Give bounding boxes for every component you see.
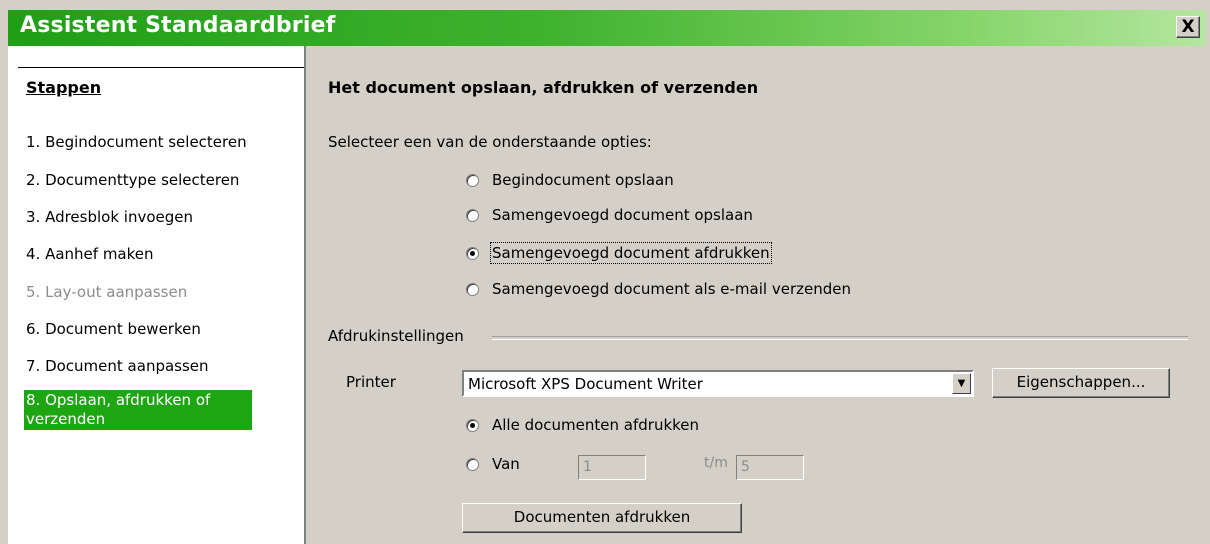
step-6[interactable]: 6. Document bewerken — [26, 320, 201, 338]
step-2[interactable]: 2. Documenttype selecteren — [26, 171, 239, 189]
radio-print-merged[interactable] — [466, 247, 479, 260]
step-3[interactable]: 3. Adresblok invoegen — [26, 208, 193, 226]
range-to-label: t/m — [704, 455, 728, 471]
printer-select-value: Microsoft XPS Document Writer — [468, 375, 703, 393]
radio-range[interactable] — [466, 458, 479, 471]
radio-all-documents[interactable] — [466, 419, 479, 432]
option-email-merged-label[interactable]: Samengevoegd document als e-mail verzend… — [492, 280, 851, 298]
title-bar: Assistent Standaardbrief X — [8, 10, 1206, 46]
all-documents-label[interactable]: Alle documenten afdrukken — [492, 416, 699, 434]
range-from-label[interactable]: Van — [492, 455, 520, 473]
step-4[interactable]: 4. Aanhef maken — [26, 245, 154, 263]
steps-heading: Stappen — [26, 78, 102, 97]
radio-email-merged[interactable] — [466, 283, 479, 296]
step-5: 5. Lay-out aanpassen — [26, 283, 188, 301]
page-title: Het document opslaan, afdrukken of verze… — [328, 78, 759, 97]
range-from-input[interactable]: 1 — [578, 455, 646, 480]
chevron-down-icon[interactable]: ▼ — [952, 373, 971, 394]
range-to-input[interactable]: 5 — [736, 455, 804, 480]
options-prompt: Selecteer een van de onderstaande opties… — [328, 133, 652, 151]
group-separator — [492, 336, 1188, 340]
print-settings-label: Afdrukinstellingen — [328, 327, 464, 345]
option-print-merged-label[interactable]: Samengevoegd document afdrukken — [490, 242, 772, 264]
step-8[interactable]: 8. Opslaan, afdrukken of verzenden — [24, 390, 252, 430]
steps-divider — [18, 67, 304, 68]
close-button[interactable]: X — [1176, 16, 1200, 38]
window-title: Assistent Standaardbrief — [20, 13, 336, 38]
properties-button[interactable]: Eigenschappen... — [992, 368, 1170, 398]
option-save-start-label[interactable]: Begindocument opslaan — [492, 171, 674, 189]
printer-select[interactable]: Microsoft XPS Document Writer ▼ — [462, 370, 974, 397]
radio-save-start[interactable] — [466, 174, 479, 187]
printer-label: Printer — [346, 373, 396, 391]
radio-save-merged[interactable] — [466, 209, 479, 222]
option-save-merged-label[interactable]: Samengevoegd document opslaan — [492, 206, 753, 224]
print-documents-button[interactable]: Documenten afdrukken — [462, 503, 742, 533]
step-7[interactable]: 7. Document aanpassen — [26, 357, 209, 375]
step-1[interactable]: 1. Begindocument selecteren — [26, 133, 247, 151]
